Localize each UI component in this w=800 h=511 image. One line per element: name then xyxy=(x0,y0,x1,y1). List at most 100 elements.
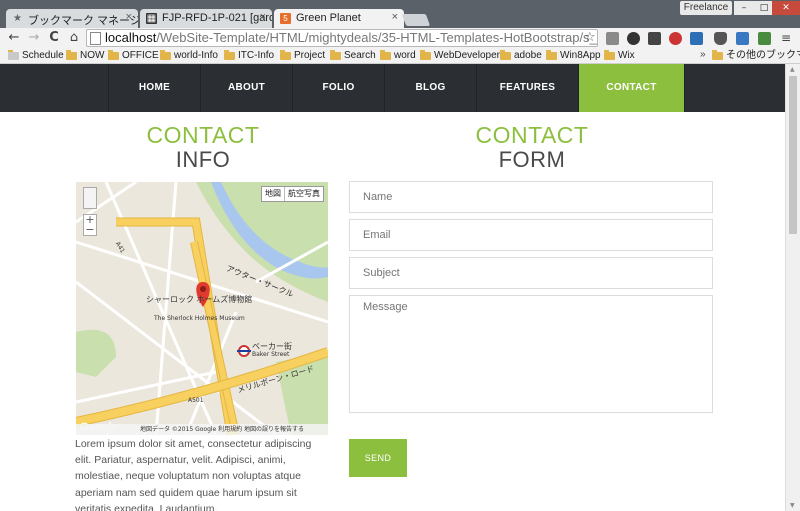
email-field[interactable] xyxy=(349,219,713,251)
film-icon: ▦ xyxy=(146,13,157,24)
contact-form-title2: FORM xyxy=(498,147,566,172)
new-tab-button[interactable] xyxy=(401,14,431,26)
reload-icon[interactable]: C xyxy=(46,30,62,46)
folder-icon xyxy=(420,50,431,60)
bookmark-item[interactable]: Search xyxy=(330,49,376,63)
bookmark-item[interactable]: world-Info xyxy=(160,49,218,63)
folder-icon xyxy=(330,50,341,60)
name-field[interactable] xyxy=(349,181,713,213)
tab-label: FJP-RFD-1P-021 [garde xyxy=(162,12,272,24)
page-scrollbar[interactable]: ▲ ▼ xyxy=(785,64,800,511)
folder-icon xyxy=(66,50,77,60)
folder-icon xyxy=(380,50,391,60)
url-host: localhost xyxy=(105,30,157,45)
contact-form-title1: CONTACT xyxy=(475,122,589,148)
contact-info-title2: INFO xyxy=(175,147,231,172)
bookmark-item[interactable]: Wix xyxy=(604,49,635,63)
map-type-map-button[interactable]: 地図 xyxy=(262,187,285,201)
tab-bookmark-manager[interactable]: ★ ブックマーク マネージャ × xyxy=(6,9,138,28)
tab-label: Green Planet xyxy=(296,12,361,24)
contact-form-heading: CONTACT FORM xyxy=(432,122,632,172)
folder-icon xyxy=(224,50,235,60)
bookmark-item[interactable]: Win8App xyxy=(546,49,601,63)
bookmark-item[interactable]: OFFICE xyxy=(108,49,159,63)
minimize-button[interactable]: – xyxy=(734,1,754,15)
url-path: /WebSite-Template/HTML/mightydeals/35-HT… xyxy=(156,30,598,45)
shield-icon[interactable] xyxy=(714,32,727,45)
contact-info-text: Lorem ipsum dolor sit amet, consectetur … xyxy=(75,438,312,511)
web-page: HOME ABOUT FOLIO BLOG FEATURES CONTACT C… xyxy=(0,64,785,511)
extension-icon[interactable] xyxy=(758,32,771,45)
tab-label: ブックマーク マネージャ xyxy=(28,15,138,27)
map-label-museum-en: The Sherlock Holmes Museum xyxy=(154,315,245,322)
home-icon[interactable]: ⌂ xyxy=(66,30,82,46)
folder-icon xyxy=(160,50,171,60)
close-window-button[interactable]: ✕ xyxy=(772,1,800,15)
nav-features[interactable]: FEATURES xyxy=(476,64,578,112)
map-label-station-en: Baker Street xyxy=(252,351,290,358)
close-icon[interactable]: × xyxy=(126,11,132,23)
main-navbar: HOME ABOUT FOLIO BLOG FEATURES CONTACT xyxy=(0,64,785,112)
scroll-thumb[interactable] xyxy=(789,76,797,234)
close-icon[interactable]: × xyxy=(392,11,398,23)
nav-divider xyxy=(684,64,685,112)
bookmarks-more-button[interactable]: » xyxy=(700,49,706,60)
map-type-control: 地図 航空写真 xyxy=(261,186,324,202)
contact-info-title1: CONTACT xyxy=(146,122,260,148)
maximize-button[interactable]: □ xyxy=(754,1,774,15)
bookmark-item[interactable]: WebDeveloper xyxy=(420,49,500,63)
forward-icon[interactable]: → xyxy=(26,30,42,46)
folder-icon xyxy=(712,50,723,60)
bookmark-item[interactable]: adobe xyxy=(500,49,542,63)
nav-home[interactable]: HOME xyxy=(108,64,200,112)
zoom-out-button[interactable]: − xyxy=(84,224,96,235)
map-footer[interactable]: 地図データ ©2015 Google 利用規約 地図の誤りを報告する xyxy=(76,424,328,435)
scroll-up-icon[interactable]: ▲ xyxy=(790,66,795,73)
scroll-down-icon[interactable]: ▼ xyxy=(790,502,795,509)
star-icon: ★ xyxy=(13,13,22,24)
bookmark-item[interactable]: word xyxy=(380,49,416,63)
nav-about[interactable]: ABOUT xyxy=(200,64,292,112)
folder-icon xyxy=(280,50,291,60)
bookmark-item[interactable]: ITC-Info xyxy=(224,49,274,63)
profile-button[interactable]: Freelance xyxy=(680,1,732,15)
bookmark-item[interactable]: NOW xyxy=(66,49,104,63)
bookmark-item[interactable]: Schedule xyxy=(8,49,64,63)
extension-icon[interactable] xyxy=(606,32,619,45)
extension-icon[interactable] xyxy=(690,32,703,45)
other-bookmarks[interactable]: その他のブックマーク xyxy=(712,49,800,63)
map-zoom-control[interactable]: + − xyxy=(83,214,97,236)
bookmark-star-icon[interactable]: ☆ xyxy=(584,30,596,45)
map-label-museum: シャーロック ホームズ博物館 xyxy=(146,295,253,304)
contact-info-heading: CONTACT INFO xyxy=(103,122,303,172)
page-icon xyxy=(90,32,101,45)
map-label-a501: A501 xyxy=(188,397,204,404)
location-map[interactable]: シャーロック ホームズ博物館 The Sherlock Holmes Museu… xyxy=(76,182,328,435)
browser-titlebar: ★ ブックマーク マネージャ × ▦ FJP-RFD-1P-021 [garde… xyxy=(0,0,800,28)
message-field[interactable] xyxy=(349,295,713,413)
extension-icon[interactable] xyxy=(669,32,682,45)
tab-fjp[interactable]: ▦ FJP-RFD-1P-021 [garde × xyxy=(140,9,272,28)
back-icon[interactable]: ← xyxy=(6,30,22,46)
browser-toolbar: ← → C ⌂ localhost/WebSite-Template/HTML/… xyxy=(0,28,800,48)
bookmarks-bar: Schedule NOW OFFICE world-Info ITC-Info … xyxy=(0,48,800,64)
folder-icon xyxy=(546,50,557,60)
folder-icon xyxy=(8,50,19,60)
html-icon: 5 xyxy=(280,13,291,24)
nav-contact[interactable]: CONTACT xyxy=(578,64,684,112)
subject-field[interactable] xyxy=(349,257,713,289)
street-view-icon[interactable] xyxy=(83,187,97,209)
menu-icon[interactable]: ≡ xyxy=(778,30,794,46)
translate-icon[interactable] xyxy=(736,32,749,45)
nav-blog[interactable]: BLOG xyxy=(384,64,476,112)
map-type-satellite-button[interactable]: 航空写真 xyxy=(285,187,323,201)
address-bar[interactable]: localhost/WebSite-Template/HTML/mightyde… xyxy=(86,29,598,47)
send-button[interactable]: SEND xyxy=(349,439,407,477)
extension-icon[interactable] xyxy=(648,32,661,45)
nav-folio[interactable]: FOLIO xyxy=(292,64,384,112)
gear-icon[interactable] xyxy=(627,32,640,45)
bookmark-item[interactable]: Project xyxy=(280,49,325,63)
tab-green-planet[interactable]: 5 Green Planet × xyxy=(274,9,404,28)
close-icon[interactable]: × xyxy=(260,11,266,23)
folder-icon xyxy=(108,50,119,60)
